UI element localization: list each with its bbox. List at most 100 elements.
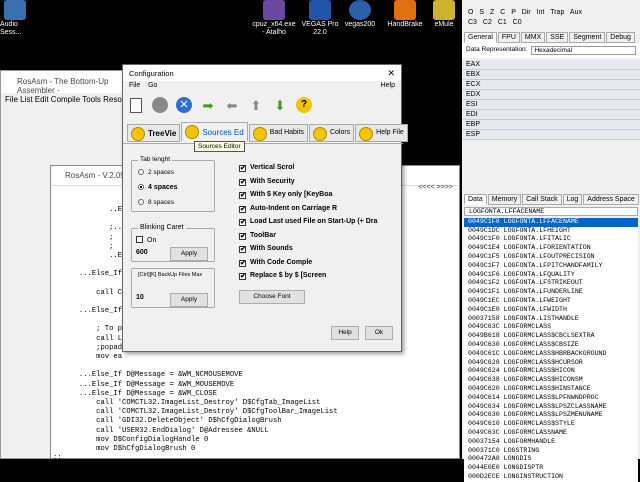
tab-fpu[interactable]: FPU [497,32,520,43]
symbol-row[interactable]: 0049C1F7 LOGFONTA.LFPITCHANDFAMILY [464,261,638,271]
rosasm-menubar[interactable]: File List Edit Compile Tools Reso [1,93,127,107]
radio-8-spaces[interactable]: 8 spaces [138,199,174,206]
cancel-icon[interactable]: ✕ [175,96,193,114]
tab-mmx[interactable]: MMX [520,32,546,43]
emule-icon [433,0,455,20]
ok-button[interactable]: Ok [365,326,393,340]
radio-2-spaces[interactable]: 2 spaces [138,169,174,176]
tab-segment[interactable]: Segment [569,32,606,43]
desktop-icon-cpuz[interactable]: cpuz_x64.exe - Atalho [252,0,296,37]
register-edi[interactable]: EDI [462,110,640,120]
backup-max-value[interactable]: 10 [136,294,144,301]
symbol-row[interactable]: 0049C620 LOGFORMCLASS$HINSTANCE [464,384,638,394]
blinking-caret-value[interactable]: 600 [136,249,148,256]
option-checkbox[interactable]: ✔ With Sounds [239,245,293,253]
symbol-row[interactable]: 0049C1F8 LOGFONTA.LFFACENAME [464,217,638,227]
tab-help-file[interactable]: Help File [355,124,408,142]
symbol-row[interactable]: 000D2ECE LONGINSTRUCTION [464,472,638,482]
symbol-row[interactable]: 000371C0 LOGSTRING [464,446,638,456]
symbol-row[interactable]: 0049C638 LOGFORMCLASS$HICONSM [464,376,638,385]
tab-address-space[interactable]: Address Space [583,194,639,205]
tab-memory[interactable]: Memory [487,194,522,205]
tab-bad-habits[interactable]: Bad Habits [248,124,308,142]
register-esi[interactable]: ESI [462,100,640,110]
option-checkbox[interactable]: ✔ Load Last used File on Start-Up (+ Dra [239,218,377,226]
symbol-list[interactable]: 0049C1F8 LOGFONTA.LFFACENAME 0049C1DC LOG… [464,217,638,482]
symbol-row[interactable]: 00037158 LOGFONTA.LISTHANDLE [464,314,638,324]
register-esp[interactable]: ESP [462,130,640,140]
symbol-row[interactable]: 0049C1F0 LOGFONTA.LFITALIC [464,235,638,245]
symbol-row[interactable]: 0049C630 LOGFORMCLASS$CBSIZE [464,340,638,350]
symbol-row[interactable]: 0049C1E0 LOGFONTA.LFWIDTH [464,305,638,315]
symbol-row[interactable]: 0049C1DC LOGFONTA.LFHEIGHT [464,226,638,236]
symbol-row[interactable]: 0049C63C LOGFORMCLASSNAME [464,428,638,438]
arrow-left-icon[interactable]: ⬅ [223,96,241,114]
symbol-row[interactable]: 0049C63C LOGFORMCLASS [464,323,638,333]
blinking-caret-checkbox[interactable]: On [136,236,156,244]
close-icon[interactable]: ✕ [387,68,395,79]
document-icon[interactable] [127,96,145,114]
checkmark-icon: ✔ [239,165,246,172]
representation-select[interactable]: Hexadecimal [531,46,636,55]
option-checkbox[interactable]: ✔ With $ Key only [KeyBoa [239,191,332,199]
symbol-row[interactable]: 0049C624 LOGFORMCLASS$HICON [464,367,638,377]
tab-sources-editor[interactable]: Sources Ed [181,122,248,142]
apply-backup-button[interactable]: Apply [170,293,208,307]
symbol-row[interactable]: 0049C1F5 LOGFONTA.LFOUTPRECISION [464,252,638,262]
option-checkbox[interactable]: ✔ With Security [239,178,295,186]
symbol-row[interactable]: 0049B618 LOGFORMCLASS$CBCLSEXTRA [464,332,638,341]
option-checkbox[interactable]: ✔ With Code Comple [239,259,312,267]
menu-file[interactable]: File [129,82,140,89]
register-ecx[interactable]: ECX [462,80,640,90]
code-nav[interactable]: <<<< >>>> [418,184,453,191]
symbol-row[interactable]: 0049C61C LOGFORMCLASS$HBRBACKGROUND [464,349,638,359]
cpu-flags[interactable]: O S Z C P Dir Int Trap Aux [462,0,640,16]
apply-caret-button[interactable]: Apply [170,247,208,261]
register-ebp[interactable]: EBP [462,120,640,130]
tab-sse[interactable]: SSE [546,32,569,43]
tab-log[interactable]: Log [562,194,583,205]
menu-help[interactable]: Help [381,82,395,89]
symbol-row[interactable]: 0049C630 LOGFORMCLASS$LPSZMENUNAME [464,411,638,421]
symbol-row[interactable]: 0049C610 LOGFORMCLASS$STYLE [464,420,638,429]
radio-4-spaces[interactable]: 4 spaces [138,184,178,191]
symbol-row[interactable]: 0049C1F1 LOGFONTA.LFUNDERLINE [464,288,638,297]
symbol-row[interactable]: 0049C1EC LOGFONTA.LFWEIGHT [464,296,638,306]
tab-data[interactable]: Data [464,194,487,205]
symbol-row[interactable]: 0049C1F2 LOGFONTA.LFSTRIKEOUT [464,279,638,289]
desktop-icon-vegas200[interactable]: vegas200 [340,0,380,29]
arrow-up-icon[interactable]: ⬆ [247,96,265,114]
register-eax[interactable]: EAX [462,60,640,70]
tab-call-stack[interactable]: Call Stack [522,194,562,205]
symbol-row[interactable]: 0049C1E4 LOGFONTA.LFORIENTATION [464,244,638,253]
tab-treeview[interactable]: TreeVie [127,124,181,142]
arrow-right-icon[interactable]: ➡ [199,96,217,114]
tab-debug[interactable]: Debug [606,32,635,43]
choose-font-button[interactable]: Choose Font [239,290,305,304]
desktop-icon-vegas[interactable]: VEGAS Pro 22.0 [300,0,340,37]
circle-gray-icon[interactable] [151,96,169,114]
symbol-row[interactable]: 0049C614 LOGFORMCLASS$LPFNWNDPROC [464,393,638,403]
help-button[interactable]: Help [331,326,359,340]
menu-go[interactable]: Go [148,82,157,89]
help-icon[interactable]: ? [295,96,313,114]
tab-general[interactable]: General [464,32,497,43]
desktop-icon-emule[interactable]: eMule [426,0,462,29]
option-checkbox[interactable]: ✔ Auto-Indent on Carriage R [239,205,337,213]
symbol-row[interactable]: 0049C634 LOGFORMCLASS$LPSZCLASSNAME [464,402,638,412]
arrow-down-icon[interactable]: ⬇ [271,96,289,114]
tab-colors[interactable]: Colors [308,124,355,142]
desktop-icon-audio[interactable]: Audio Sess... [0,0,30,37]
fpu-flags[interactable]: C3 C2 C1 C0 [462,16,640,26]
desktop-icon-handbrake[interactable]: HandBrake [382,0,428,29]
option-checkbox[interactable]: ✔ ToolBar [239,232,276,240]
symbol-row[interactable]: 0049C628 LOGFORMCLASS$HCURSOR [464,358,638,368]
symbol-row[interactable]: 00037154 LOGFORMHANDLE [464,437,638,447]
symbol-row[interactable]: 000472A8 LONGDIS [464,455,638,465]
option-checkbox[interactable]: ✔ Vertical Scrol [239,164,294,172]
option-checkbox[interactable]: ✔ Replace $ by $ [Screen [239,272,326,280]
symbol-row[interactable]: 0049C1F6 LOGFONTA.LFQUALITY [464,270,638,280]
register-ebx[interactable]: EBX [462,70,640,80]
symbol-row[interactable]: 0044E0E0 LONGDISPTR [464,464,638,473]
register-edx[interactable]: EDX [462,90,640,100]
